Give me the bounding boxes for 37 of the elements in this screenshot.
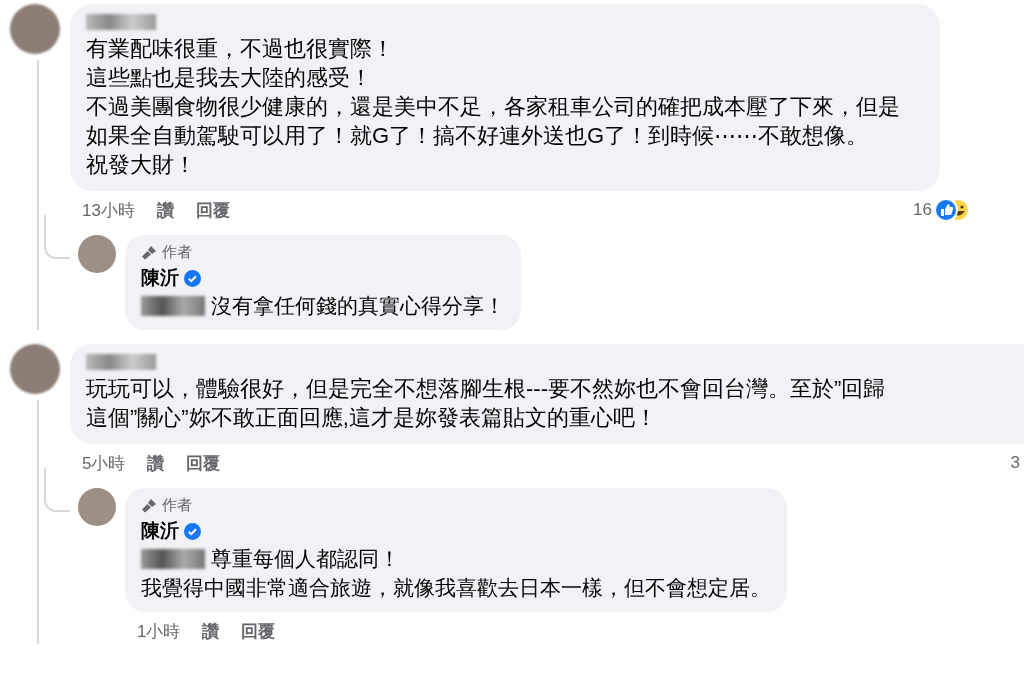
like-link[interactable]: 讚 [147, 451, 165, 475]
thread-connector [44, 215, 70, 259]
comment-text: 這個”關心”妳不敢正面回應,這才是妳發表篇貼文的重心吧！ [86, 404, 658, 432]
blurred-name [86, 354, 156, 370]
reply-text: 尊重每個人都認同！ [211, 546, 400, 572]
blurred-mention[interactable] [141, 295, 205, 316]
like-link[interactable]: 讚 [202, 619, 220, 643]
reply-link[interactable]: 回覆 [186, 451, 221, 475]
author-name[interactable]: 陳沂 [141, 265, 179, 291]
author-label: 作者 [162, 243, 192, 262]
author-label: 作者 [162, 496, 192, 515]
author-name[interactable]: 陳沂 [141, 518, 179, 544]
microphone-icon [141, 497, 157, 514]
timestamp[interactable]: 1小時 [137, 619, 181, 643]
blurred-mention[interactable] [141, 548, 205, 569]
comment-text: 玩玩可以，體驗很好，但是完全不想落腳生根---要不然妳也不會回台灣。至於”回歸 [86, 375, 887, 403]
thread-connector [44, 468, 70, 512]
comment-text: 有業配味很重，不過也很實際！ [86, 35, 395, 63]
blurred-name [86, 14, 156, 30]
reply-text: 沒有拿任何錢的真實心得分享！ [211, 293, 505, 319]
reaction-count[interactable]: 16 [913, 200, 932, 220]
reaction-count[interactable]: 3 [1010, 453, 1020, 473]
avatar-photo-placeholder[interactable] [10, 4, 60, 54]
timestamp[interactable]: 13小時 [82, 198, 135, 222]
reply-text: 我覺得中國非常適合旅遊，就像我喜歡去日本一樣，但不會想定居。 [141, 575, 771, 601]
timestamp[interactable]: 5小時 [82, 451, 126, 475]
reply-link[interactable]: 回覆 [241, 619, 276, 643]
reply-link[interactable]: 回覆 [195, 198, 230, 222]
avatar-photo-placeholder[interactable] [10, 344, 60, 394]
comment-text: 如果全自動駕駛可以用了！就G了！搞不好連外送也G了！到時候⋯⋯不敢想像。 [86, 122, 870, 150]
avatar-photo-placeholder[interactable] [78, 235, 116, 273]
like-link[interactable]: 讚 [156, 198, 174, 222]
microphone-icon [141, 244, 157, 261]
comment-text: 這些點也是我去大陸的感受！ [86, 64, 373, 92]
avatar-photo-placeholder[interactable] [78, 488, 116, 526]
comment-text: 不過美團食物很少健康的，還是美中不足，各家租車公司的確把成本壓了下來，但是 [86, 93, 901, 121]
comment-text: 祝發大財！ [86, 151, 197, 179]
